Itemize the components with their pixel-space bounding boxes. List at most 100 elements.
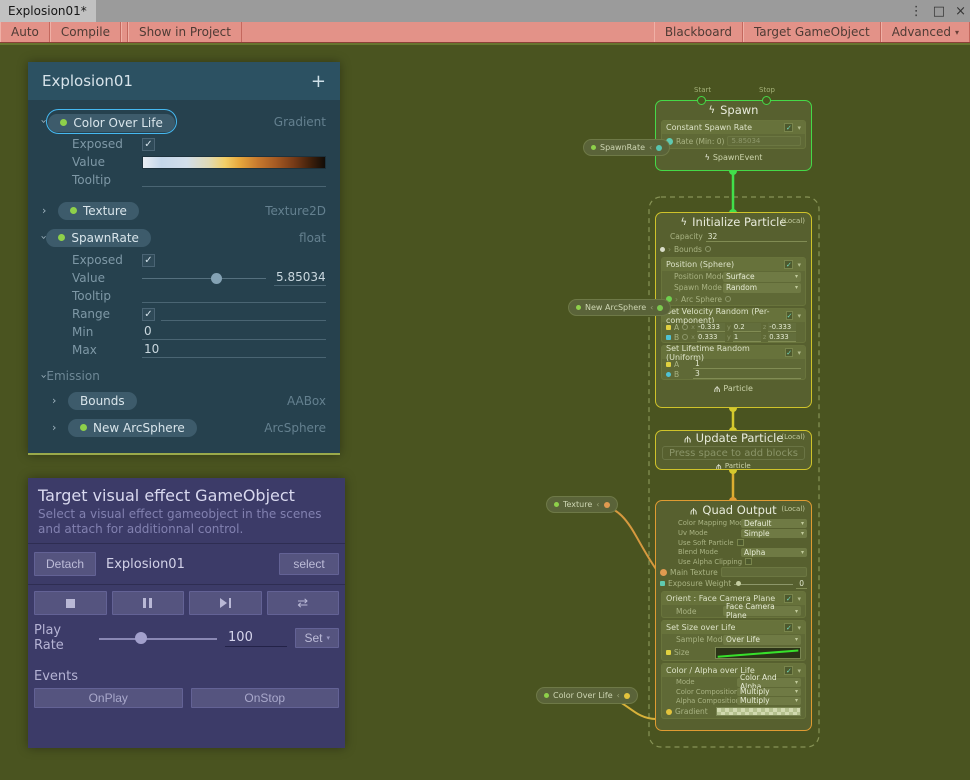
bounds-expander[interactable]: › — [668, 245, 671, 254]
value-slider[interactable] — [142, 271, 266, 285]
max-field[interactable]: 10 — [142, 342, 326, 358]
lifetime-b-field[interactable]: 3 — [693, 369, 801, 379]
expander-icon[interactable]: › — [42, 204, 58, 217]
tooltip-field[interactable] — [142, 173, 326, 187]
param-bounds[interactable]: Bounds — [68, 392, 137, 410]
expander-icon[interactable]: › — [52, 394, 68, 407]
blackboard-toggle-button[interactable]: Blackboard — [654, 22, 743, 42]
gradient-preview-field[interactable] — [716, 707, 801, 716]
play-rate-slider[interactable] — [99, 631, 217, 645]
close-icon[interactable]: × — [955, 4, 966, 19]
block-collapse-icon[interactable]: ▾ — [797, 349, 801, 357]
color-over-life-parameter-node[interactable]: Color Over Life ‹ — [536, 687, 638, 704]
uv-mode-dropdown[interactable]: Simple▾ — [741, 529, 807, 538]
color-mapping-dropdown[interactable]: Default▾ — [741, 519, 807, 528]
compile-button[interactable]: Compile — [50, 22, 121, 42]
space-tag[interactable]: (Local) — [781, 505, 805, 513]
exposure-weight-value[interactable]: 0 — [796, 579, 807, 589]
expander-icon[interactable]: › — [38, 235, 51, 239]
param-new-arcsphere[interactable]: New ArcSphere — [68, 419, 197, 437]
exposed-checkbox[interactable]: ✓ — [142, 254, 155, 267]
expander-icon[interactable]: › — [38, 374, 51, 378]
lifetime-a-field[interactable]: 1 — [693, 359, 801, 369]
stop-button[interactable] — [34, 591, 107, 615]
block-collapse-icon[interactable]: ▾ — [797, 312, 801, 320]
param-spawnrate[interactable]: SpawnRate — [46, 229, 151, 247]
block-enabled-checkbox[interactable]: ✓ — [784, 260, 793, 269]
orient-mode-dropdown[interactable]: Face Camera Plane▾ — [723, 606, 801, 616]
maximize-icon[interactable]: □ — [933, 4, 945, 19]
advanced-dropdown-button[interactable]: Advanced▾ — [881, 22, 970, 42]
spawn-node-title[interactable]: ϟ Spawn — [656, 101, 811, 118]
block-enabled-checkbox[interactable]: ✓ — [785, 348, 794, 357]
block-enabled-checkbox[interactable]: ✓ — [784, 623, 793, 632]
blend-mode-dropdown[interactable]: Alpha▾ — [741, 548, 807, 557]
param-color-over-life[interactable]: Color Over Life — [48, 114, 174, 132]
velocity-b-z-field[interactable]: 0.333 — [768, 333, 796, 342]
arcsphere-output-port[interactable] — [657, 305, 663, 311]
gradient-value-field[interactable] — [142, 156, 326, 169]
expander-icon[interactable]: › — [38, 119, 51, 123]
spawnrate-output-port[interactable] — [656, 145, 662, 151]
spawn-mode-dropdown[interactable]: Random▾ — [723, 283, 801, 293]
gradient-input-port[interactable] — [666, 709, 672, 715]
bounds-input-port[interactable] — [660, 247, 665, 252]
min-field[interactable]: 0 — [142, 324, 326, 340]
size-port[interactable] — [666, 650, 671, 655]
sample-mode-dropdown[interactable]: Over Life▾ — [723, 635, 801, 645]
main-texture-input-port[interactable] — [660, 569, 667, 576]
color-over-life-output-port[interactable] — [624, 693, 630, 699]
capacity-field[interactable]: 32 — [706, 232, 807, 242]
restart-button[interactable]: ⇄ — [267, 591, 340, 615]
position-sphere-block[interactable]: Position (Sphere) ✓ ▾ Position Mode Surf… — [661, 257, 806, 306]
detach-button[interactable]: Detach — [34, 552, 96, 576]
color-alpha-over-life-block[interactable]: Color / Alpha over Life ✓ ▾ Mode Color A… — [661, 663, 806, 719]
onstop-button[interactable]: OnStop — [191, 688, 340, 708]
expander-icon[interactable]: › — [52, 421, 68, 434]
collapse-icon[interactable]: ‹ — [617, 691, 620, 700]
step-button[interactable] — [189, 591, 262, 615]
auto-button[interactable]: Auto — [0, 22, 50, 42]
set-size-over-life-block[interactable]: Set Size over Life ✓ ▾ Sample Mode Over … — [661, 620, 806, 661]
add-blocks-placeholder[interactable]: Press space to add blocks — [662, 446, 805, 460]
initialize-node-title[interactable]: ϟ Initialize Particle (Local) — [656, 213, 811, 230]
velocity-b-space-icon[interactable] — [682, 334, 688, 340]
category-emission[interactable]: › Emission — [28, 365, 340, 387]
play-rate-field[interactable]: 100 — [225, 630, 287, 647]
position-mode-dropdown[interactable]: Surface▾ — [723, 272, 801, 282]
target-gameobject-toggle-button[interactable]: Target GameObject — [743, 22, 881, 42]
block-collapse-icon[interactable]: ▾ — [797, 124, 801, 132]
rate-value-field[interactable]: 5.85034 — [727, 136, 801, 146]
velocity-a-space-icon[interactable] — [682, 324, 688, 330]
asset-tab[interactable]: Explosion01* — [0, 0, 96, 22]
range-checkbox[interactable]: ✓ — [142, 308, 155, 321]
velocity-b-y-field[interactable]: 1 — [733, 333, 761, 342]
lifetime-a-port[interactable] — [666, 362, 671, 367]
collapse-icon[interactable]: ‹ — [596, 500, 599, 509]
space-tag[interactable]: (Local) — [781, 217, 805, 225]
update-context-node[interactable]: Ψ Update Particle (Local) Press space to… — [655, 430, 812, 470]
exposure-weight-slider[interactable] — [734, 580, 793, 588]
velocity-a-x-field[interactable]: -0.333 — [697, 323, 725, 332]
alpha-composition-dropdown[interactable]: Multiply▾ — [737, 697, 801, 705]
toolbar-stub[interactable] — [121, 22, 128, 42]
block-collapse-icon[interactable]: ▾ — [797, 667, 801, 675]
pause-button[interactable] — [112, 591, 185, 615]
show-in-project-button[interactable]: Show in Project — [128, 22, 242, 42]
texture-output-port[interactable] — [604, 502, 610, 508]
size-curve-field[interactable] — [715, 647, 801, 659]
velocity-a-z-field[interactable]: -0.333 — [768, 323, 796, 332]
collapse-icon[interactable]: ‹ — [650, 303, 653, 312]
velocity-a-port[interactable] — [666, 325, 671, 330]
value-field[interactable]: 5.85034 — [274, 270, 326, 286]
bounds-space-icon[interactable] — [705, 246, 711, 252]
velocity-b-port[interactable] — [666, 335, 671, 340]
add-parameter-button[interactable]: + — [311, 71, 326, 92]
block-collapse-icon[interactable]: ▾ — [797, 595, 801, 603]
arc-sphere-space-icon[interactable] — [725, 296, 731, 302]
spawnevent-output[interactable]: ϟ SpawnEvent — [656, 151, 811, 163]
set-velocity-random-block[interactable]: Set Velocity Random (Per-component) ✓ ▾ … — [661, 308, 806, 343]
exposed-checkbox[interactable]: ✓ — [142, 138, 155, 151]
param-texture[interactable]: Texture — [58, 202, 139, 220]
window-menu-icon[interactable]: ⋮ — [910, 4, 923, 19]
